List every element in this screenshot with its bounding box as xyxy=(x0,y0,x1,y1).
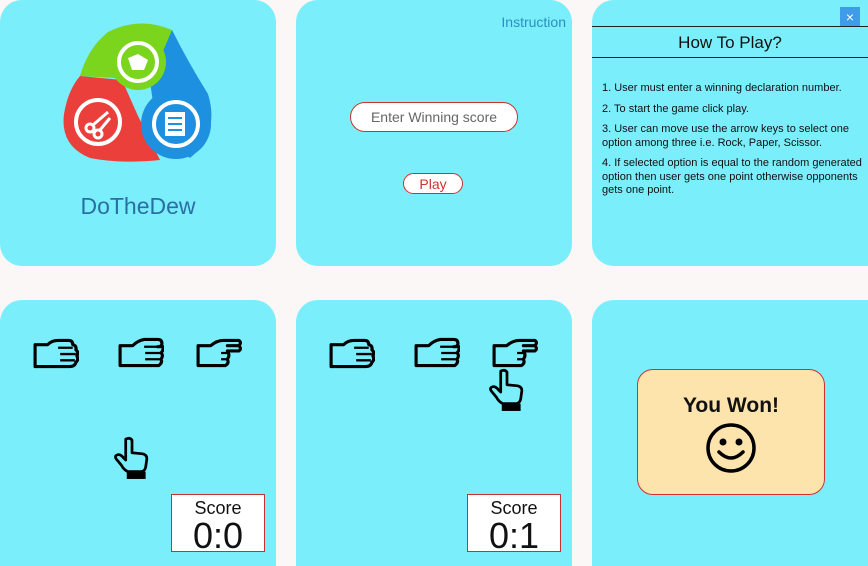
instruction-link[interactable]: Instruction xyxy=(501,14,566,30)
rock-hand-icon[interactable] xyxy=(329,336,375,370)
result-message: You Won! xyxy=(682,394,780,417)
scissor-hand-icon[interactable] xyxy=(492,336,538,370)
howto-title: How To Play? xyxy=(592,26,868,58)
result-box: You Won! xyxy=(637,369,825,495)
smiley-icon xyxy=(706,423,756,473)
pointer-hand-icon xyxy=(113,436,151,480)
howto-panel: × How To Play? 1. User must enter a winn… xyxy=(592,0,868,266)
score-box: Score 0:1 xyxy=(467,494,561,556)
score-value: 0:1 xyxy=(488,515,540,556)
app-logo xyxy=(63,23,212,162)
rock-hand-icon[interactable] xyxy=(33,336,79,370)
result-panel: You Won! xyxy=(592,300,868,566)
game-panel-2: Score 0:1 xyxy=(296,300,572,566)
howto-step: 3. User can move use the arrow keys to s… xyxy=(602,123,850,149)
scissor-hand-icon[interactable] xyxy=(196,336,242,370)
close-icon[interactable]: × xyxy=(840,7,860,27)
play-button[interactable]: Play xyxy=(403,173,463,194)
paper-hand-icon[interactable] xyxy=(118,336,164,370)
winning-score-input[interactable] xyxy=(350,102,518,132)
howto-step: 4. If selected option is equal to the ra… xyxy=(602,157,862,196)
score-box: Score 0:0 xyxy=(171,494,265,556)
game-panel-1: Score 0:0 xyxy=(0,300,276,566)
score-value: 0:0 xyxy=(192,515,244,556)
howto-step: 1. User must enter a winning declaration… xyxy=(602,82,842,94)
howto-steps: 1. User must enter a winning declaration… xyxy=(602,82,864,205)
setup-panel: Instruction Play xyxy=(296,0,572,266)
howto-step: 2. To start the game click play. xyxy=(602,102,749,115)
pointer-hand-icon xyxy=(488,368,526,412)
paper-hand-icon[interactable] xyxy=(414,336,460,370)
splash-panel: DoTheDew xyxy=(0,0,276,266)
app-title: DoTheDew xyxy=(80,193,196,219)
